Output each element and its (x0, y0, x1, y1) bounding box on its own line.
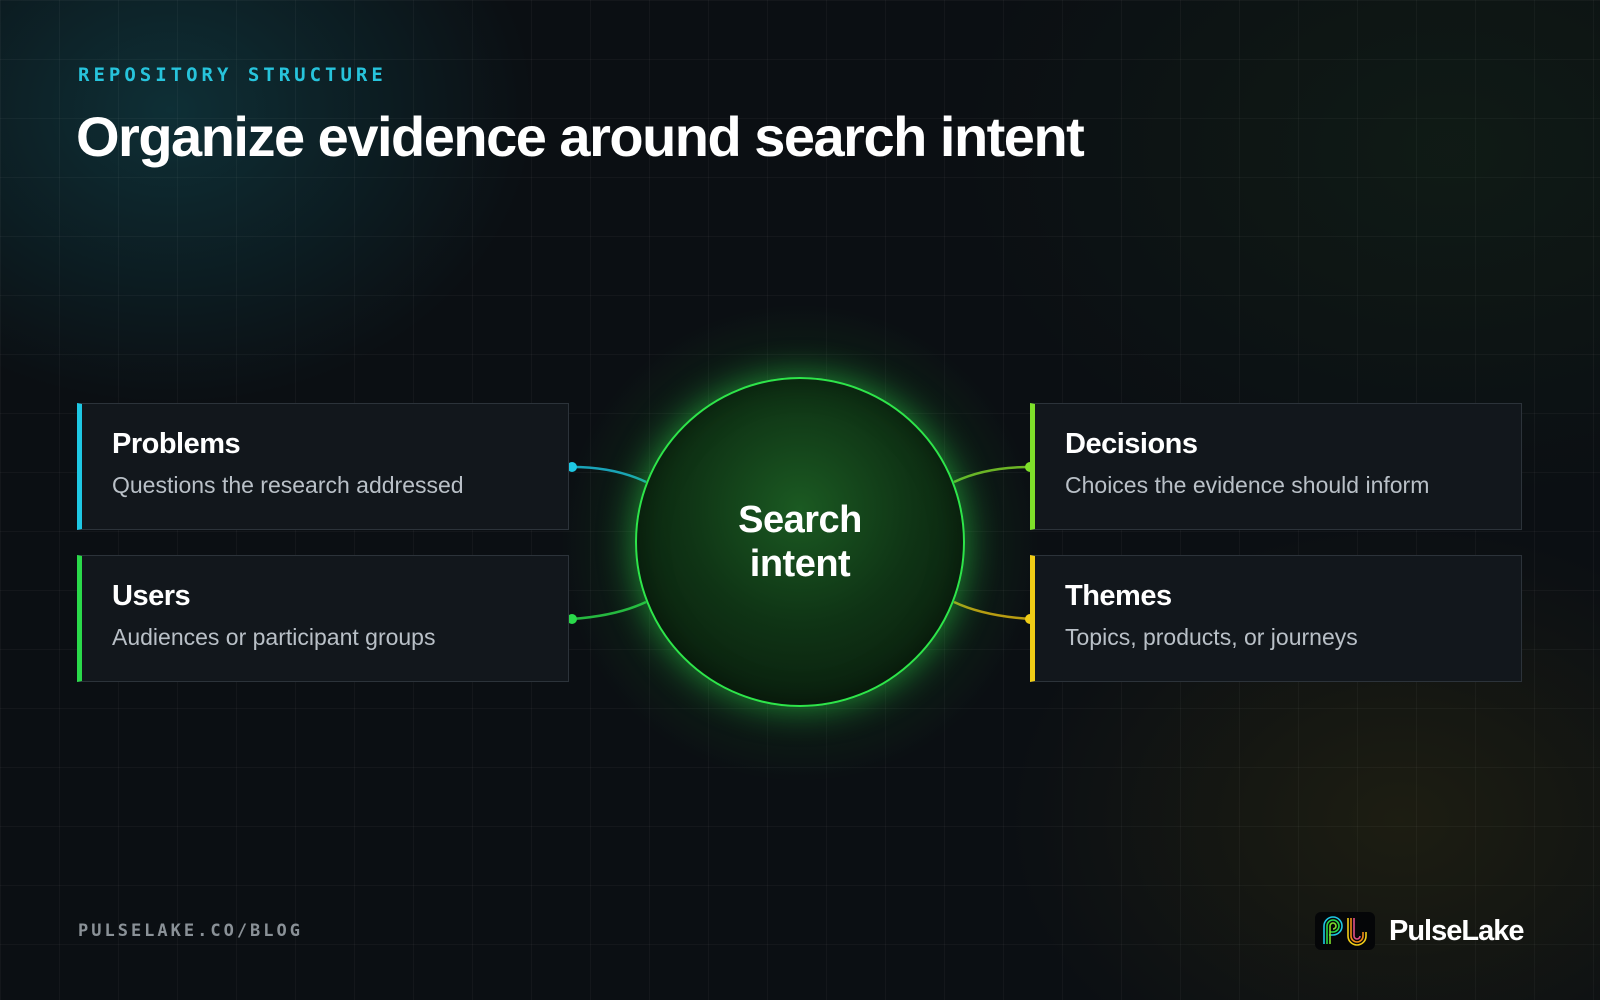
card-users: Users Audiences or participant groups (77, 555, 569, 682)
search-intent-hub: Search intent (635, 377, 965, 707)
card-description: Topics, products, or journeys (1065, 624, 1358, 650)
card-problems: Problems Questions the research addresse… (77, 403, 569, 530)
brand-name: PulseLake (1389, 914, 1524, 947)
pulselake-logo-icon (1315, 912, 1375, 950)
card-title: Decisions (1065, 428, 1198, 460)
connector-users (571, 600, 647, 621)
card-decisions: Decisions Choices the evidence should in… (1030, 403, 1522, 530)
card-title: Themes (1065, 580, 1172, 612)
brand-lockup: PulseLake (1315, 912, 1524, 950)
card-description: Audiences or participant groups (112, 624, 436, 650)
connector-problems (571, 465, 647, 484)
card-themes: Themes Topics, products, or journeys (1030, 555, 1522, 682)
hub-label: Search intent (738, 499, 862, 585)
connector-themes (953, 600, 1031, 621)
card-description: Choices the evidence should inform (1065, 472, 1430, 498)
connector-decisions (953, 465, 1031, 484)
card-title: Users (112, 580, 191, 612)
card-title: Problems (112, 428, 241, 460)
footer-url: PULSELAKE.CO/BLOG (78, 921, 303, 941)
card-description: Questions the research addressed (112, 472, 464, 498)
